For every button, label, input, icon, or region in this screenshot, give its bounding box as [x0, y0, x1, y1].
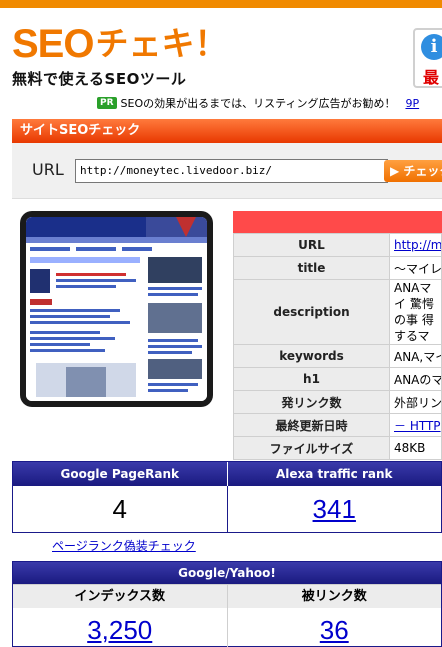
- info-table-header: [233, 211, 442, 233]
- site-logo[interactable]: SEO チェキ！: [12, 20, 227, 66]
- table-row: ファイルサイズ 48KB: [233, 436, 442, 460]
- alexa-label: Alexa traffic rank: [227, 462, 441, 486]
- google-yahoo-box: Google/Yahoo! インデックス数 被リンク数 3,250 36: [12, 561, 442, 647]
- row-key-last-modified: 最終更新日時: [233, 413, 390, 437]
- info-banner-text: 最: [423, 68, 440, 87]
- table-row: 最終更新日時 － HTTP: [233, 413, 442, 437]
- logo-check-text: チェキ！: [95, 24, 228, 63]
- pagerank-label: Google PageRank: [13, 462, 228, 486]
- pagerank-value: 4: [13, 486, 228, 532]
- row-value-keywords: ANA,マイ: [389, 344, 442, 368]
- table-row: URL http://m: [233, 233, 442, 257]
- rank-values: 4 341: [13, 486, 441, 532]
- row-value-title: 〜マイレ: [389, 256, 442, 280]
- promo-line: PR SEOの効果が出るまでは、リスティング広告がお勧め！ 9P: [97, 95, 419, 111]
- section-title: サイトSEOチェック: [12, 119, 442, 143]
- row-key-outlinks: 発リンク数: [233, 390, 390, 414]
- table-row: title 〜マイレ: [233, 256, 442, 280]
- index-count-link[interactable]: 3,250: [87, 615, 152, 645]
- row-value-last-modified[interactable]: － HTTP: [389, 413, 442, 437]
- top-stripe: [0, 0, 442, 8]
- fake-pagerank-check-link[interactable]: ページランク偽装チェック: [52, 537, 196, 554]
- row-key-h1: h1: [233, 367, 390, 391]
- logo-seo-text: SEO: [12, 22, 94, 66]
- pr-badge: PR: [97, 97, 117, 109]
- site-thumbnail: [20, 211, 213, 407]
- row-value-file-size: 48KB: [389, 436, 442, 460]
- row-key-url: URL: [233, 233, 390, 257]
- promo-text[interactable]: SEOの効果が出るまでは、リスティング広告がお勧め！: [121, 95, 396, 111]
- row-key-description: description: [233, 279, 390, 345]
- site-info-table: URL http://m title 〜マイレ description ANAマ…: [233, 233, 442, 460]
- table-row: h1 ANAのマ: [233, 367, 442, 391]
- rank-box: Google PageRank Alexa traffic rank 4 341: [12, 461, 442, 533]
- table-row: description ANAマイ 驚愕の事 得するマ: [233, 279, 442, 345]
- row-key-title: title: [233, 256, 390, 280]
- tagline: 無料で使えるSEOツール: [12, 70, 187, 88]
- thumbnail-graphic: [26, 217, 207, 401]
- thumbnail-image: [26, 217, 207, 401]
- google-yahoo-values: 3,250 36: [13, 608, 441, 647]
- rank-header: Google PageRank Alexa traffic rank: [13, 462, 441, 486]
- info-icon: i: [421, 34, 442, 60]
- row-value-description: ANAマイ 驚愕の事 得するマ: [389, 279, 442, 345]
- row-value-outlinks: 外部リン: [389, 390, 442, 414]
- google-yahoo-title: Google/Yahoo!: [13, 562, 441, 584]
- url-form: URL http://moneytec.livedoor.biz/ ▶ チェック: [12, 143, 442, 199]
- backlink-count-label: 被リンク数: [227, 584, 441, 608]
- row-value-url[interactable]: http://m: [389, 233, 442, 257]
- row-key-keywords: keywords: [233, 344, 390, 368]
- row-key-file-size: ファイルサイズ: [233, 436, 390, 460]
- promo-link[interactable]: 9P: [405, 97, 419, 110]
- index-count-label: インデックス数: [13, 584, 228, 608]
- row-value-h1: ANAのマ: [389, 367, 442, 391]
- google-yahoo-header: インデックス数 被リンク数: [13, 584, 441, 608]
- info-banner[interactable]: i 最: [413, 28, 442, 88]
- url-label: URL: [32, 160, 64, 179]
- url-input[interactable]: http://moneytec.livedoor.biz/: [75, 159, 388, 183]
- table-row: 発リンク数 外部リン: [233, 390, 442, 414]
- check-button[interactable]: ▶ チェック: [384, 160, 442, 182]
- backlink-count-link[interactable]: 36: [320, 615, 349, 645]
- table-row: keywords ANA,マイ: [233, 344, 442, 368]
- alexa-rank-link[interactable]: 341: [313, 494, 356, 524]
